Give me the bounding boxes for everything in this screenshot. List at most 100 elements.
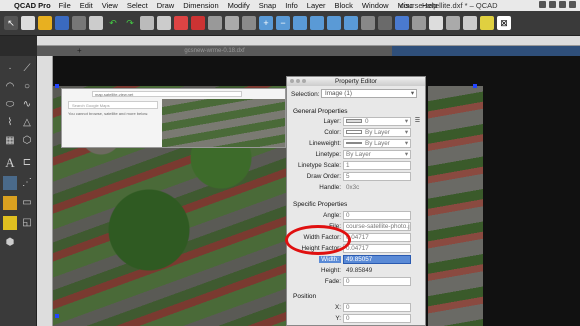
select-tool-icon[interactable]: ◱ xyxy=(20,216,34,230)
menu-window[interactable]: Window xyxy=(362,1,389,10)
ellipse-tool-icon[interactable]: ⬭ xyxy=(3,98,17,112)
close-dot-icon[interactable] xyxy=(290,79,294,83)
selection-dropdown[interactable]: Image (1) xyxy=(321,89,417,98)
polygon-tool-icon[interactable]: ⬡ xyxy=(20,134,34,148)
height-factor-field[interactable]: 0.04717 xyxy=(343,244,411,253)
hatch-tool-icon[interactable]: ▦ xyxy=(3,134,17,148)
circle-tool-icon[interactable]: ○ xyxy=(20,80,34,94)
minimize-dot-icon[interactable] xyxy=(296,79,300,83)
zoom-pan-icon[interactable] xyxy=(344,16,358,30)
blocks-icon[interactable] xyxy=(378,16,392,30)
save-as-icon[interactable] xyxy=(72,16,86,30)
status-icon[interactable] xyxy=(549,1,556,8)
property-editor-titlebar[interactable]: Property Editor xyxy=(287,77,425,86)
image-tool-icon[interactable] xyxy=(3,176,17,190)
zoom-dot-icon[interactable] xyxy=(302,79,306,83)
hatch-pattern-icon[interactable]: ⋰ xyxy=(20,176,34,190)
status-icon[interactable] xyxy=(569,1,576,8)
zoom-in-icon[interactable]: + xyxy=(259,16,273,30)
redo-icon[interactable]: ↷ xyxy=(123,16,137,30)
linetype-scale-field[interactable]: 1 xyxy=(343,161,411,170)
zoom-out-icon[interactable]: − xyxy=(276,16,290,30)
text-tool-icon[interactable]: A xyxy=(3,156,17,170)
cut-icon[interactable] xyxy=(140,16,154,30)
paste-icon[interactable] xyxy=(174,16,188,30)
zoom-auto-icon[interactable] xyxy=(293,16,307,30)
zoom-previous-icon[interactable] xyxy=(310,16,324,30)
document-title: course-satellite.dxf * – QCAD xyxy=(400,1,498,10)
zoom-window-icon[interactable] xyxy=(327,16,341,30)
menu-block[interactable]: Block xyxy=(335,1,353,10)
menu-info[interactable]: Info xyxy=(285,1,298,10)
horizontal-ruler xyxy=(37,36,580,46)
snap-icon[interactable] xyxy=(242,16,256,30)
tab-active-document[interactable] xyxy=(392,46,580,56)
general-properties-header: General Properties xyxy=(293,108,348,115)
help-icon[interactable] xyxy=(463,16,477,30)
browser-satellite-strip xyxy=(162,99,285,147)
lineweight-dropdown[interactable]: By Layer xyxy=(343,139,411,148)
app-menu[interactable]: QCAD Pro xyxy=(14,1,51,10)
print-icon[interactable] xyxy=(89,16,103,30)
copy-icon[interactable] xyxy=(157,16,171,30)
angle-field[interactable]: 0 xyxy=(343,211,411,220)
menu-file[interactable]: File xyxy=(59,1,71,10)
3d-box-icon[interactable]: ⬢ xyxy=(3,236,17,250)
fade-field[interactable]: 0 xyxy=(343,277,411,286)
new-file-icon[interactable] xyxy=(21,16,35,30)
undo-icon[interactable]: ↶ xyxy=(106,16,120,30)
x-field[interactable]: 0 xyxy=(343,303,411,312)
selection-grip[interactable] xyxy=(55,314,59,318)
tab-inactive-document[interactable]: gcsnew-wrme-0.18.dxf xyxy=(37,46,392,56)
menu-select[interactable]: Select xyxy=(127,1,148,10)
file-field[interactable]: course-satellite-photo.jpg xyxy=(343,222,411,231)
polyline-tool-icon[interactable]: ∿ xyxy=(20,98,34,112)
layer-dropdown[interactable]: 0 xyxy=(343,117,411,126)
y-field[interactable]: 0 xyxy=(343,314,411,323)
linetype-dropdown[interactable]: By Layer xyxy=(343,150,411,159)
y-label: Y: xyxy=(335,315,341,322)
menu-snap[interactable]: Snap xyxy=(259,1,277,10)
height-field[interactable]: 49.85849 xyxy=(343,266,411,275)
layer-list-icon[interactable]: ☰ xyxy=(413,117,422,126)
property-editor-icon[interactable] xyxy=(395,16,409,30)
dimension-tool-icon[interactable]: ⊏ xyxy=(20,156,34,170)
modify-tool-icon[interactable]: ▭ xyxy=(20,196,34,210)
menu-draw[interactable]: Draw xyxy=(157,1,175,10)
selection-grip[interactable] xyxy=(473,84,477,88)
status-icon[interactable] xyxy=(559,1,566,8)
spline-tool-icon[interactable]: ⌇ xyxy=(3,116,17,130)
delete-icon[interactable] xyxy=(191,16,205,30)
satellite-image-right[interactable] xyxy=(428,86,483,326)
status-icon[interactable] xyxy=(539,1,546,8)
regenerate-icon[interactable] xyxy=(225,16,239,30)
menu-dimension[interactable]: Dimension xyxy=(183,1,218,10)
block-tool-icon[interactable] xyxy=(3,196,17,210)
linetype-label: Linetype: xyxy=(315,151,341,158)
shape-tool-icon[interactable]: △ xyxy=(20,116,34,130)
width-factor-field[interactable]: 0.04717 xyxy=(343,233,411,242)
line-tool-icon[interactable]: ⟋ xyxy=(20,62,34,76)
library-icon[interactable] xyxy=(412,16,426,30)
width-field[interactable]: 49.85057 xyxy=(343,255,411,264)
grid-icon[interactable] xyxy=(208,16,222,30)
menu-view[interactable]: View xyxy=(102,1,118,10)
move-tool-icon[interactable] xyxy=(3,216,17,230)
menu-modify[interactable]: Modify xyxy=(228,1,250,10)
color-dropdown[interactable]: By Layer xyxy=(343,128,411,137)
save-icon[interactable] xyxy=(55,16,69,30)
info-icon[interactable] xyxy=(480,16,494,30)
menu-edit[interactable]: Edit xyxy=(80,1,93,10)
open-file-icon[interactable] xyxy=(38,16,52,30)
selection-grip[interactable] xyxy=(55,84,59,88)
pointer-icon[interactable]: ↖ xyxy=(4,16,18,30)
add-tab-icon[interactable]: + xyxy=(77,46,85,56)
command-line-icon[interactable] xyxy=(429,16,443,30)
draw-order-field[interactable]: 5 xyxy=(343,172,411,181)
arc-tool-icon[interactable]: ◠ xyxy=(3,80,17,94)
settings-icon[interactable] xyxy=(446,16,460,30)
layers-icon[interactable] xyxy=(361,16,375,30)
close-icon[interactable]: ⊠ xyxy=(497,16,511,30)
point-tool-icon[interactable]: · xyxy=(3,62,17,76)
menu-layer[interactable]: Layer xyxy=(307,1,326,10)
